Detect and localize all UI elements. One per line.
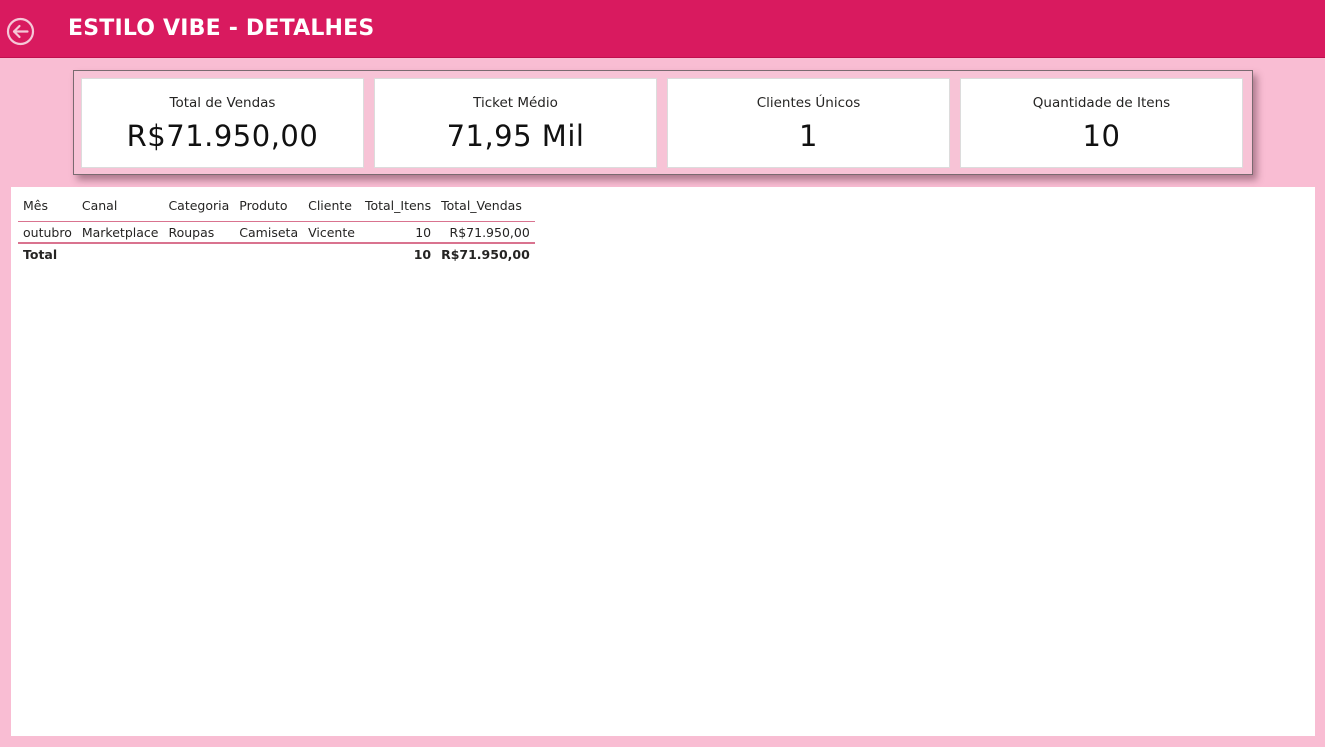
cell-canal: Marketplace bbox=[76, 221, 164, 244]
table-total-row: Total 10 R$71.950,00 bbox=[18, 243, 535, 264]
page-title: ESTILO VIBE - DETALHES bbox=[68, 16, 375, 41]
kpi-value: 10 bbox=[1082, 119, 1121, 153]
column-header-total-itens[interactable]: Total_Itens bbox=[359, 193, 437, 222]
header-bar: ESTILO VIBE - DETALHES bbox=[0, 0, 1325, 58]
kpi-label: Quantidade de Itens bbox=[1032, 95, 1171, 111]
kpi-label: Total de Vendas bbox=[169, 95, 276, 111]
details-table-panel: Mês Canal Categoria Produto Cliente Tota… bbox=[11, 187, 1315, 736]
cell-cliente: Vicente bbox=[303, 221, 360, 244]
column-header-total-vendas[interactable]: Total_Vendas bbox=[436, 193, 535, 222]
kpi-value: 1 bbox=[799, 119, 818, 153]
kpi-card-total-vendas: Total de Vendas R$71.950,00 bbox=[81, 78, 364, 168]
kpi-value: R$71.950,00 bbox=[126, 119, 319, 153]
kpi-card-quantidade-itens: Quantidade de Itens 10 bbox=[960, 78, 1243, 168]
kpi-value: 71,95 Mil bbox=[446, 119, 585, 153]
column-header-canal[interactable]: Canal bbox=[76, 193, 164, 222]
cell-categoria: Roupas bbox=[163, 221, 235, 244]
cell-total-vendas: R$71.950,00 bbox=[436, 221, 535, 244]
kpi-panel: Total de Vendas R$71.950,00 Ticket Médio… bbox=[73, 70, 1253, 175]
total-empty-cell bbox=[303, 243, 360, 264]
kpi-card-ticket-medio: Ticket Médio 71,95 Mil bbox=[374, 78, 657, 168]
back-button[interactable] bbox=[6, 17, 35, 46]
total-vendas-value: R$71.950,00 bbox=[441, 247, 530, 262]
details-table: Mês Canal Categoria Produto Cliente Tota… bbox=[18, 193, 535, 264]
table-row[interactable]: outubro Marketplace Roupas Camiseta Vice… bbox=[18, 221, 535, 244]
table-header-row: Mês Canal Categoria Produto Cliente Tota… bbox=[18, 193, 535, 222]
column-header-mes[interactable]: Mês bbox=[18, 193, 77, 222]
total-empty-cell bbox=[163, 243, 234, 264]
arrow-left-circle-icon[interactable] bbox=[6, 17, 35, 46]
total-empty-cell bbox=[234, 243, 303, 264]
cell-produto: Camiseta bbox=[234, 221, 304, 244]
kpi-label: Ticket Médio bbox=[473, 95, 558, 111]
column-header-categoria[interactable]: Categoria bbox=[163, 193, 235, 222]
total-label: Total bbox=[23, 247, 58, 262]
total-itens-value: 10 bbox=[413, 247, 432, 262]
column-header-cliente[interactable]: Cliente bbox=[303, 193, 360, 222]
kpi-card-clientes-unicos: Clientes Únicos 1 bbox=[667, 78, 950, 168]
cell-total-itens: 10 bbox=[359, 221, 437, 244]
kpi-label: Clientes Únicos bbox=[756, 95, 861, 111]
total-empty-cell bbox=[77, 243, 164, 264]
column-header-produto[interactable]: Produto bbox=[234, 193, 304, 222]
cell-mes: outubro bbox=[18, 221, 77, 244]
